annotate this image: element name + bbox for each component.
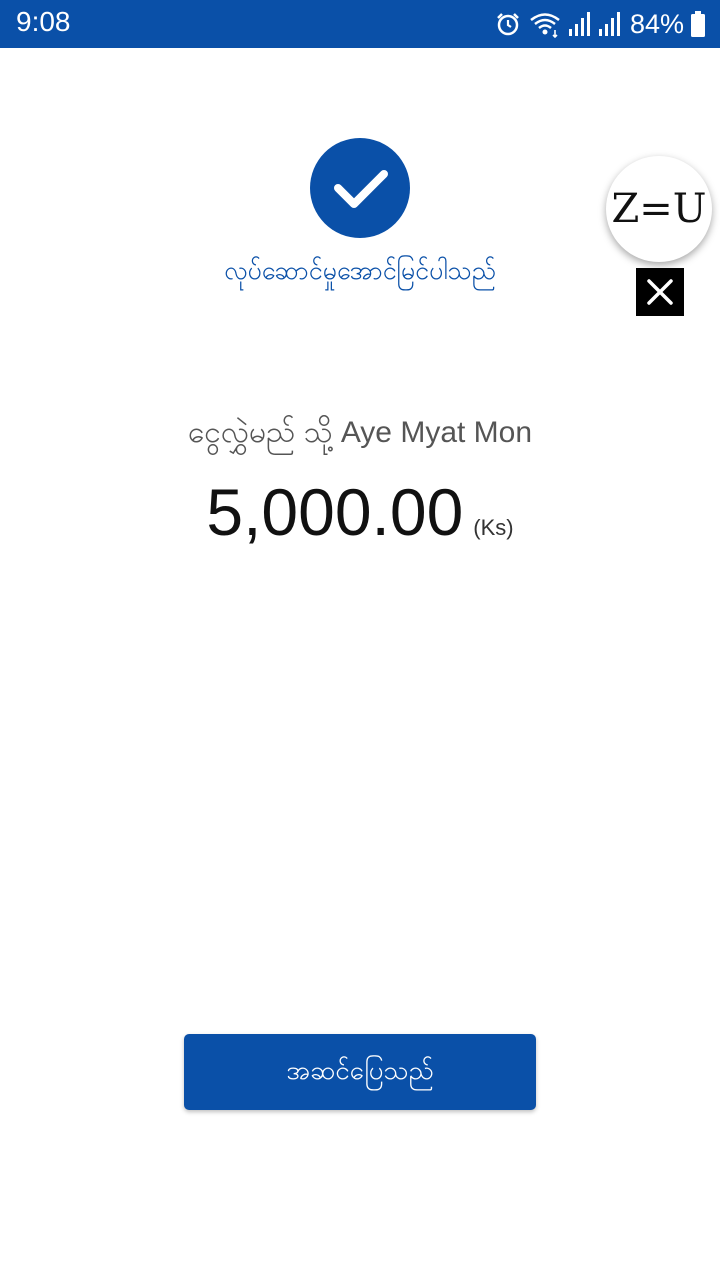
- close-button[interactable]: [636, 268, 684, 316]
- amount-value: 5,000.00: [206, 475, 464, 549]
- checkmark-icon: [334, 170, 388, 208]
- alarm-icon: [494, 10, 522, 38]
- amount-unit: (Ks): [473, 515, 514, 540]
- status-bar: 9:08 84%: [0, 0, 720, 48]
- battery-icon: [690, 10, 706, 38]
- wifi-icon: [528, 10, 562, 38]
- success-title: လုပ်ဆောင်မှုအောင်မြင်ပါသည်: [224, 256, 496, 285]
- close-icon: [647, 279, 673, 305]
- zawgyi-unicode-toggle-button[interactable]: Z=U: [606, 156, 712, 262]
- amount-line: 5,000.00 (Ks): [0, 474, 720, 550]
- done-button-label: အဆင်ပြေသည်: [286, 1055, 434, 1086]
- battery-percent: 84%: [629, 8, 684, 39]
- signal-icon: [598, 11, 622, 37]
- done-button[interactable]: အဆင်ပြေသည်: [184, 1034, 536, 1110]
- status-time: 9:08: [16, 6, 71, 37]
- signal-icon: [568, 11, 592, 37]
- zu-badge-label: Z=U: [611, 186, 707, 232]
- status-icons: 84%: [494, 8, 706, 40]
- recipient-text: ငွေလွှဲမည် သို့ Aye Myat Mon: [187, 416, 533, 449]
- success-icon: [310, 138, 410, 238]
